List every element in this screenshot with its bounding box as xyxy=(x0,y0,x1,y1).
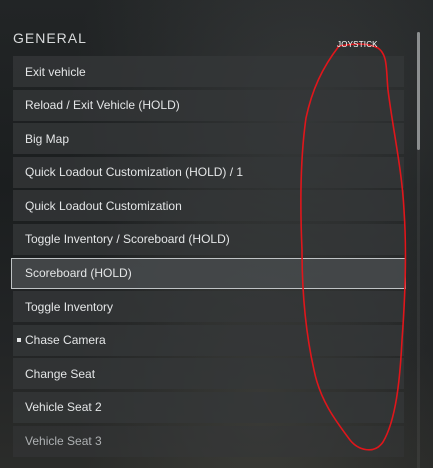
list-item-label: Toggle Inventory xyxy=(25,299,114,314)
list-item-chase-camera[interactable]: Chase Camera xyxy=(13,324,404,356)
list-item-label: Chase Camera xyxy=(25,333,106,348)
list-item-label: Quick Loadout Customization (HOLD) / 1 xyxy=(25,165,244,180)
section-title: GENERAL xyxy=(13,30,87,46)
list-item-label: Reload / Exit Vehicle (HOLD) xyxy=(25,98,180,113)
list-item-quick-loadout-hold[interactable]: Quick Loadout Customization (HOLD) / 1 xyxy=(13,156,404,188)
annotation-label: JOYSTICK xyxy=(337,40,378,49)
list-item-toggle-inventory-scoreboard[interactable]: Toggle Inventory / Scoreboard (HOLD) xyxy=(13,223,404,255)
list-item-reload-exit-vehicle[interactable]: Reload / Exit Vehicle (HOLD) xyxy=(13,89,404,121)
list-item-label: Big Map xyxy=(25,131,70,146)
bullet-icon xyxy=(17,337,21,342)
list-item-quick-loadout[interactable]: Quick Loadout Customization xyxy=(13,190,404,222)
list-item-big-map[interactable]: Big Map xyxy=(13,123,404,155)
list-item-label: Toggle Inventory / Scoreboard (HOLD) xyxy=(25,232,230,247)
list-item-scoreboard-hold[interactable]: Scoreboard (HOLD) xyxy=(11,257,406,289)
list-item-toggle-inventory[interactable]: Toggle Inventory xyxy=(13,291,404,323)
list-item-vehicle-seat-3[interactable]: Vehicle Seat 3 xyxy=(13,425,404,457)
list-item-label: Change Seat xyxy=(25,366,96,381)
list-item-label: Vehicle Seat 2 xyxy=(25,400,102,415)
list-item-change-seat[interactable]: Change Seat xyxy=(13,358,404,390)
list-item-label: Scoreboard (HOLD) xyxy=(25,266,132,281)
list-item-vehicle-seat-2[interactable]: Vehicle Seat 2 xyxy=(13,391,404,423)
scrollbar-thumb[interactable] xyxy=(417,32,420,150)
keybind-list: Exit vehicle Reload / Exit Vehicle (HOLD… xyxy=(11,56,406,459)
list-item-label: Quick Loadout Customization xyxy=(25,198,182,213)
list-item-label: Exit vehicle xyxy=(25,64,86,79)
list-item-label: Vehicle Seat 3 xyxy=(25,434,102,449)
list-item-exit-vehicle[interactable]: Exit vehicle xyxy=(13,56,404,87)
